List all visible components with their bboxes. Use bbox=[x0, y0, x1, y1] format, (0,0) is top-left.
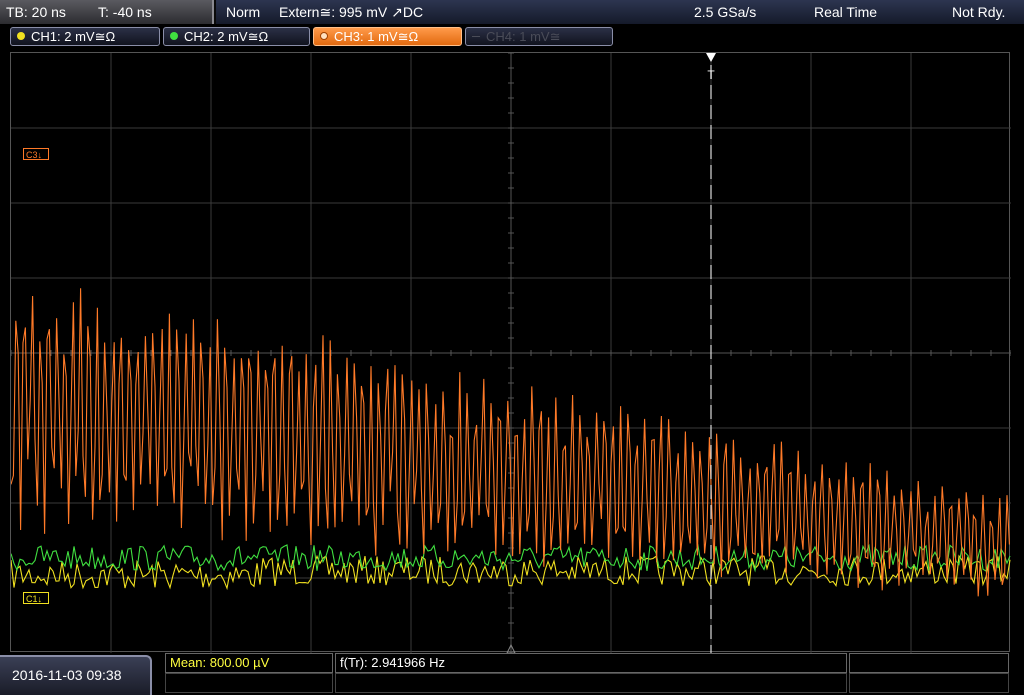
channel-tabs: CH1: 2 mV≅Ω CH2: 2 mV≅Ω CH3: 1 mV≅Ω CH4:… bbox=[0, 24, 1024, 50]
trigger-mode: Norm bbox=[226, 4, 261, 20]
datetime-display: 2016-11-03 09:38 bbox=[0, 655, 152, 695]
trigger-marker-label: T bbox=[707, 68, 715, 82]
tab-ch1[interactable]: CH1: 2 mV≅Ω bbox=[10, 27, 160, 46]
ch4-indicator-icon bbox=[472, 36, 480, 37]
waveform-display[interactable]: T C3↓ C1↓ bbox=[10, 52, 1011, 653]
timebase-label: TB: 20 ns bbox=[6, 4, 66, 20]
trigger-source: Extern≅: 995 mV ↗DC bbox=[279, 4, 424, 20]
trigger-time-label: T: -40 ns bbox=[98, 4, 152, 20]
sample-rate: 2.5 GSa/s bbox=[694, 4, 757, 20]
tab-ch2[interactable]: CH2: 2 mV≅Ω bbox=[163, 27, 310, 46]
measurement-slot-empty[interactable] bbox=[335, 673, 847, 693]
ch1-indicator-icon bbox=[17, 32, 25, 40]
waveform-canvas: T bbox=[11, 53, 1011, 653]
measurement-slot-empty[interactable] bbox=[165, 673, 333, 693]
ch2-indicator-icon bbox=[170, 32, 178, 40]
acquisition-status-bar[interactable]: Norm Extern≅: 995 mV ↗DC 2.5 GSa/s Real … bbox=[216, 0, 1024, 24]
ch3-offset-marker[interactable]: C3↓ bbox=[23, 148, 49, 160]
ch2-label: CH2: 2 mV≅Ω bbox=[184, 29, 269, 44]
ch1-offset-marker[interactable]: C1↓ bbox=[23, 592, 49, 604]
tab-ch3[interactable]: CH3: 1 mV≅Ω bbox=[313, 27, 462, 46]
top-status-bar: TB: 20 ns T: -40 ns Norm Extern≅: 995 mV… bbox=[0, 0, 1024, 24]
acquisition-mode: Real Time bbox=[814, 4, 878, 20]
ch4-label: CH4: 1 mV≅ bbox=[486, 29, 561, 44]
trigger-arrow-icon bbox=[706, 53, 716, 62]
timebase-box[interactable]: TB: 20 ns T: -40 ns bbox=[0, 0, 214, 24]
measurement-slot-empty[interactable] bbox=[849, 653, 1009, 673]
tab-ch4[interactable]: CH4: 1 mV≅ bbox=[465, 27, 613, 46]
ch3-label: CH3: 1 mV≅Ω bbox=[334, 29, 419, 44]
measurement-slot-empty[interactable] bbox=[849, 673, 1009, 693]
ch1-label: CH1: 2 mV≅Ω bbox=[31, 29, 116, 44]
measurement-mean[interactable]: Mean: 800.00 µV bbox=[165, 653, 333, 673]
trigger-state: Not Rdy. bbox=[952, 4, 1006, 20]
ch3-indicator-icon bbox=[320, 32, 328, 40]
measurement-frequency[interactable]: f(Tr): 2.941966 Hz bbox=[335, 653, 847, 673]
